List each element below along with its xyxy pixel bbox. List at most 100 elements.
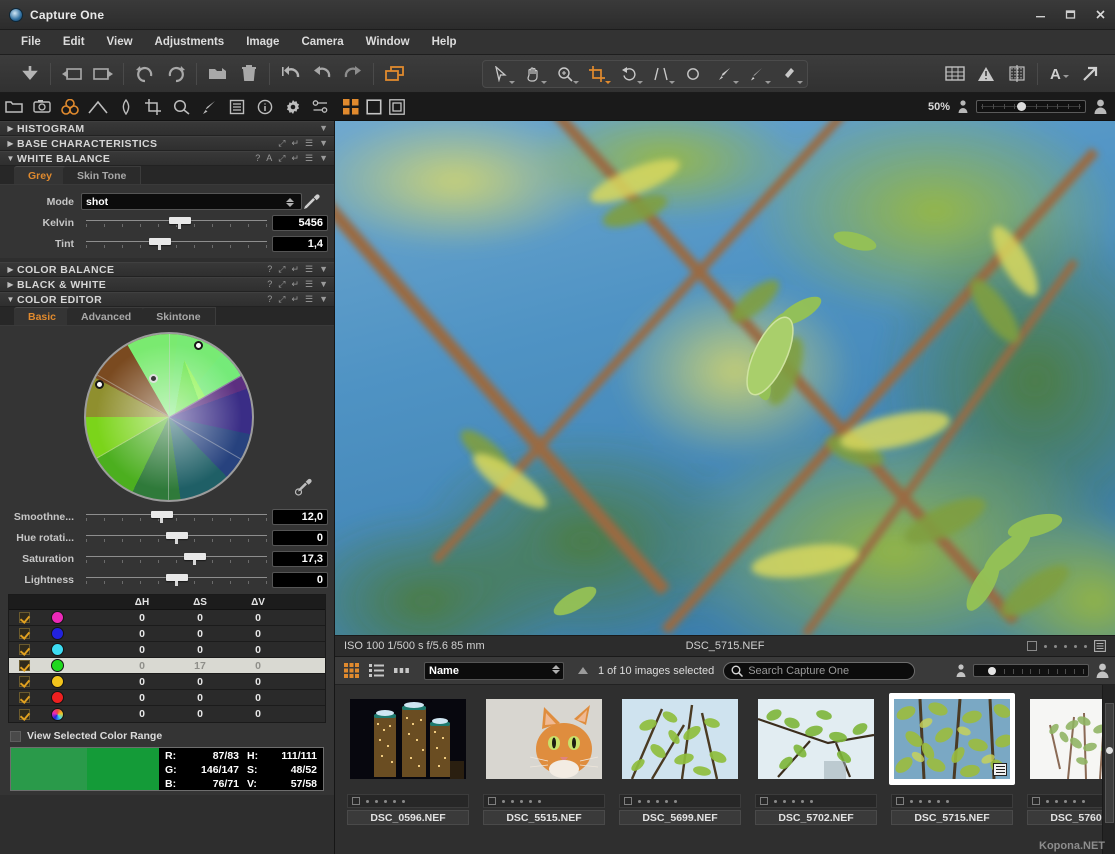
rating-dot[interactable] bbox=[1064, 644, 1067, 648]
rating-dot[interactable] bbox=[1055, 799, 1058, 803]
pointer-select-tool-icon[interactable] bbox=[485, 62, 517, 86]
list-item[interactable]: DSC_0596.NEF bbox=[345, 693, 471, 825]
rating-dot[interactable] bbox=[656, 799, 659, 803]
chevron-down-icon[interactable]: ▼ bbox=[319, 295, 328, 304]
maximize-icon[interactable] bbox=[1055, 4, 1085, 26]
menu-icon[interactable]: ☰ bbox=[305, 295, 313, 304]
thumbnail-rating-bar[interactable] bbox=[347, 794, 469, 808]
tab-skintone[interactable]: Skintone bbox=[142, 307, 216, 325]
lens-correction-icon[interactable] bbox=[115, 97, 137, 117]
mode-select[interactable]: shot bbox=[81, 193, 302, 210]
exposure-warning-icon[interactable] bbox=[970, 59, 1001, 89]
rating-dot[interactable] bbox=[783, 799, 786, 803]
menu-edit[interactable]: Edit bbox=[52, 33, 96, 51]
minimize-icon[interactable] bbox=[1025, 4, 1055, 26]
table-row[interactable]: 0 17 0 bbox=[9, 658, 325, 674]
section-header-color-balance[interactable]: ▶ COLOR BALANCE ? ⤢ ↵ ☰ ▼ bbox=[0, 262, 334, 277]
chevron-right-icon[interactable]: ▶ bbox=[4, 124, 17, 133]
tab-advanced[interactable]: Advanced bbox=[67, 307, 147, 325]
row-checkbox[interactable] bbox=[18, 612, 30, 623]
redo-icon[interactable] bbox=[337, 59, 368, 89]
list-item[interactable]: DSC_5515.NEF bbox=[481, 693, 607, 825]
rating-dot[interactable] bbox=[402, 799, 405, 803]
thumbnail-frame[interactable] bbox=[481, 693, 607, 785]
list-view-icon[interactable] bbox=[368, 662, 385, 679]
color-tag-icon[interactable] bbox=[352, 797, 360, 805]
spot-removal-tool-icon[interactable] bbox=[677, 62, 709, 86]
menu-icon[interactable]: ☰ bbox=[305, 139, 313, 148]
import-images-icon[interactable] bbox=[14, 59, 45, 89]
thumbnail-frame-selected[interactable] bbox=[889, 693, 1015, 785]
rotate-right-icon[interactable] bbox=[160, 59, 191, 89]
chevron-down-icon[interactable]: ▼ bbox=[4, 295, 17, 304]
rating-dot[interactable] bbox=[919, 799, 922, 803]
reset-icon[interactable]: ↵ bbox=[291, 280, 299, 289]
rotate-tool-icon[interactable] bbox=[613, 62, 645, 86]
previous-image-icon[interactable] bbox=[56, 59, 87, 89]
batch-queue-icon[interactable] bbox=[310, 97, 332, 117]
expand-icon[interactable]: ⤢ bbox=[278, 139, 285, 148]
menu-icon[interactable]: ☰ bbox=[305, 154, 313, 163]
draw-mask-brush-icon[interactable] bbox=[709, 62, 741, 86]
wheel-handle-center[interactable] bbox=[149, 374, 158, 383]
search-box[interactable]: Search Capture One bbox=[723, 661, 916, 680]
lightness-value[interactable]: 0 bbox=[272, 571, 328, 588]
section-header-white-balance[interactable]: ▼ WHITE BALANCE ? A ⤢ ↵ ☰ ▼ bbox=[0, 151, 334, 166]
thumbnail-frame[interactable] bbox=[617, 693, 743, 785]
rating-dot[interactable] bbox=[946, 799, 949, 803]
thumbnail-frame[interactable] bbox=[753, 693, 879, 785]
rating-dot[interactable] bbox=[384, 799, 387, 803]
expand-icon[interactable]: ⤢ bbox=[278, 265, 285, 274]
multi-view-grid-icon[interactable] bbox=[343, 98, 359, 115]
wheel-handle-upper[interactable] bbox=[194, 341, 203, 350]
rating-dot[interactable] bbox=[502, 799, 505, 803]
rating-dot[interactable] bbox=[511, 799, 514, 803]
thumbnail-rating-bar[interactable] bbox=[891, 794, 1013, 808]
row-checkbox[interactable] bbox=[18, 676, 30, 687]
menu-icon[interactable]: ☰ bbox=[305, 280, 313, 289]
filmstrip-scrollbar[interactable] bbox=[1102, 685, 1115, 854]
wheel-handle-left[interactable] bbox=[95, 380, 104, 389]
annotations-text-icon[interactable]: A bbox=[1043, 59, 1074, 89]
exposure-tab-icon[interactable] bbox=[87, 97, 109, 117]
proof-view-icon[interactable] bbox=[389, 98, 405, 115]
thumbnail-rating-bar[interactable] bbox=[483, 794, 605, 808]
table-row[interactable]: 0 0 0 bbox=[9, 674, 325, 690]
rating-dot[interactable] bbox=[393, 799, 396, 803]
chevron-right-icon[interactable]: ▶ bbox=[4, 280, 17, 289]
list-item[interactable]: DSC_5702.NEF bbox=[753, 693, 879, 825]
rating-dot[interactable] bbox=[538, 799, 541, 803]
color-tag-icon[interactable] bbox=[1032, 797, 1040, 805]
thumbnail-size-slider[interactable] bbox=[973, 664, 1089, 677]
row-checkbox[interactable] bbox=[18, 628, 30, 639]
gradient-mask-icon[interactable] bbox=[741, 62, 773, 86]
auto-icon[interactable]: A bbox=[266, 154, 272, 163]
menu-image[interactable]: Image bbox=[235, 33, 290, 51]
undo-icon[interactable] bbox=[306, 59, 337, 89]
chevron-down-icon[interactable]: ▼ bbox=[319, 139, 328, 148]
open-folder-icon[interactable] bbox=[202, 59, 233, 89]
sort-spinner[interactable] bbox=[552, 664, 560, 674]
hue-rotation-slider[interactable] bbox=[86, 529, 267, 546]
kelvin-slider[interactable] bbox=[86, 214, 267, 231]
next-image-icon[interactable] bbox=[87, 59, 118, 89]
thumbnail-rating-bar[interactable] bbox=[619, 794, 741, 808]
section-header-color-editor[interactable]: ▼ COLOR EDITOR ? ⤢ ↵ ☰ ▼ bbox=[0, 292, 334, 307]
color-tag-icon[interactable] bbox=[1027, 641, 1037, 651]
color-tag-icon[interactable] bbox=[760, 797, 768, 805]
capture-camera-icon[interactable] bbox=[31, 97, 53, 117]
color-tab-icon[interactable] bbox=[59, 97, 81, 117]
image-viewer[interactable] bbox=[335, 121, 1115, 635]
rating-dot[interactable] bbox=[1084, 644, 1087, 648]
view-selected-color-range-row[interactable]: View Selected Color Range bbox=[0, 723, 334, 747]
menu-camera[interactable]: Camera bbox=[290, 33, 354, 51]
rating-dot[interactable] bbox=[801, 799, 804, 803]
color-tag-icon[interactable] bbox=[488, 797, 496, 805]
rating-dot[interactable] bbox=[1082, 799, 1085, 803]
menu-view[interactable]: View bbox=[96, 33, 144, 51]
expand-icon[interactable]: ⤢ bbox=[278, 154, 285, 163]
row-checkbox[interactable] bbox=[18, 708, 30, 720]
grid-view-icon[interactable] bbox=[343, 662, 360, 679]
rating-dot[interactable] bbox=[792, 799, 795, 803]
rating-dot[interactable] bbox=[1044, 644, 1047, 648]
